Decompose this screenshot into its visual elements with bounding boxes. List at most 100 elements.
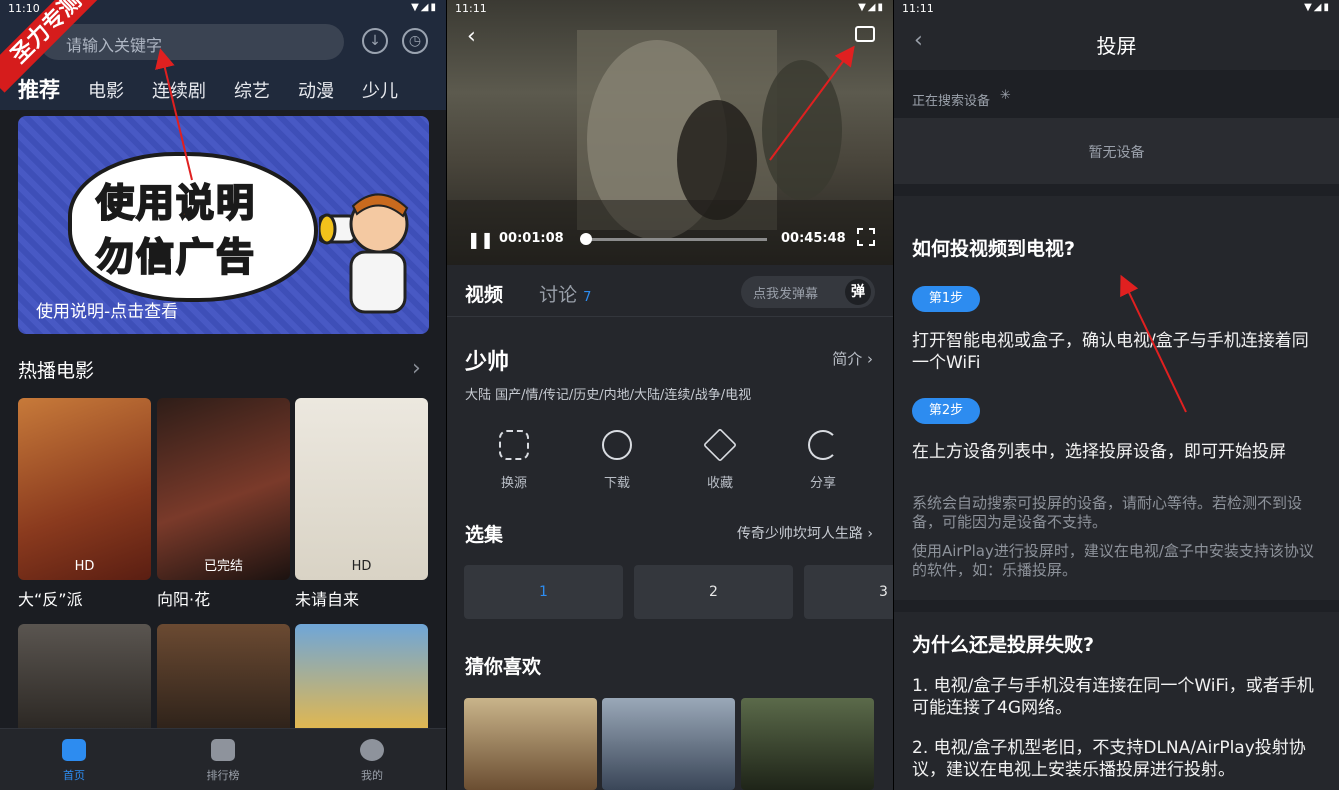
reason-1: 1. 电视/盒子与手机没有连接在同一个WiFi，或者手机可能连接了4G网络。 [912,676,1314,718]
bottom-nav: 首页 排行榜 我的 [0,728,446,790]
tab-anime[interactable]: 动漫 [298,77,334,103]
banner-caption: 使用说明-点击查看 [36,302,179,322]
share-icon [808,430,838,460]
progress-bar[interactable] [579,233,767,245]
cast-icon[interactable] [855,26,875,42]
step2-badge: 第2步 [912,398,980,424]
poster-movie-3[interactable]: HD [295,398,428,580]
elapsed-time: 00:01:08 [499,231,564,246]
question-how-to-cast: 如何投视频到电视? [912,238,1076,260]
question-why-fail: 为什么还是投屏失败? [912,634,1095,656]
action-switch-source[interactable]: 换源 [469,430,559,491]
status-bar: 11:11 ▼◢▮ [447,0,893,18]
detail-tabs: 视频 讨论 7 [465,280,591,307]
no-device-text: 暂无设备 [1088,145,1145,161]
spinner-icon: ✳ [1000,88,1011,103]
nav-mine[interactable]: 我的 [322,737,422,783]
poster-movie-1[interactable]: HD [18,398,151,580]
mascot-illustration [319,193,409,314]
episodes-subtitle-text: 传奇少帅坎坷人生路 [736,526,863,542]
home-screen: 11:10 ▼◢▮ 圣力专测 请输入关键字 ↓ ◷ 推荐 电影 连续剧 综艺 动漫 少儿 使… [0,0,446,790]
poster-movie-5[interactable] [157,624,290,734]
status-time: 11:11 [902,2,934,15]
bar-chart-icon [211,739,235,761]
intro-link[interactable]: 简介 › [832,348,873,369]
chevron-right-icon[interactable]: › [412,356,421,381]
status-icons: ▼◢▮ [1304,2,1331,13]
poster-movie-6[interactable] [295,624,428,734]
note-auto-search: 系统会自动搜索可投屏的设备，请耐心等待。若检测不到设备，可能因为是设备不支持。 [912,494,1303,531]
action-label: 下载 [603,476,630,491]
poster-badge: HD [74,559,95,574]
banner-line1: 使用说明 [95,180,257,226]
video-detail-screen: 11:11 ▼◢▮ ‹ ❚❚ 00:01:08 00:45:48 视频 讨论 7 … [447,0,893,790]
nav-home[interactable]: 首页 [24,737,124,783]
nav-home-label: 首页 [63,769,85,782]
nav-ranking[interactable]: 排行榜 [173,737,273,783]
intro-label: 简介 [832,350,863,368]
episode-button[interactable]: 3 [804,565,893,619]
step1-text: 打开智能电视或盒子，确认电视/盒子与手机连接着同一个WiFi [912,331,1309,373]
download-icon[interactable]: ↓ [362,28,388,54]
nav-mine-label: 我的 [361,769,383,782]
danmu-placeholder: 点我发弹幕 [753,287,819,302]
recommend-poster[interactable] [602,698,735,790]
status-icons: ▼◢▮ [858,2,885,13]
discuss-count: 7 [583,290,592,305]
movie-title[interactable]: 向阳·花 [157,586,210,610]
section-hot-movies: 热播电影 [18,360,95,382]
recommend-poster[interactable] [741,698,874,790]
tab-discuss[interactable]: 讨论 [539,284,577,306]
poster-movie-2[interactable]: 已完结 [157,398,290,580]
poster-movie-4[interactable] [18,624,151,734]
tab-movie[interactable]: 电影 [88,77,124,103]
search-input[interactable]: 请输入关键字 [40,24,344,60]
cast-screen: 11:11 ▼◢▮ ‹ 投屏 正在搜索设备 ✳ 暂无设备 如何投视频到电视? 第1… [894,0,1339,790]
banner[interactable]: 使用说明 勿信广告 使用说明-点击查看 [18,116,429,334]
action-share[interactable]: 分享 [778,430,868,491]
action-favorite[interactable]: 收藏 [675,428,765,491]
switch-source-icon [499,430,529,460]
step1-badge: 第1步 [912,286,980,312]
danmu-toggle-button[interactable]: 弹 [845,279,871,305]
fullscreen-icon[interactable] [857,228,875,246]
show-title: 少帅 [465,350,510,375]
back-icon[interactable]: ‹ [467,24,476,49]
action-label: 换源 [500,476,527,491]
tab-kids[interactable]: 少儿 [362,77,398,103]
tab-series[interactable]: 连续剧 [152,77,206,103]
status-icons: ▼◢▮ [411,2,438,13]
guess-title: 猜你喜欢 [465,656,542,678]
tab-video[interactable]: 视频 [465,284,503,306]
duration-time: 00:45:48 [781,231,846,246]
recommend-poster[interactable] [464,698,597,790]
searching-bar: 正在搜索设备 ✳ [894,70,1339,118]
searching-text: 正在搜索设备 [912,94,991,109]
home-icon [62,739,86,761]
pause-icon[interactable]: ❚❚ [467,230,494,249]
download-icon [602,430,632,460]
face-icon [360,739,384,761]
episodes-subtitle[interactable]: 传奇少帅坎坷人生路 › [737,523,873,543]
video-player[interactable] [447,0,893,265]
nav-ranking-label: 排行榜 [206,769,240,782]
danmu-input[interactable]: 点我发弹幕 弹 [741,276,875,308]
genre-tags: 大陆 国产/情/传记/历史/内地/大陆/连续/战争/电视 [465,388,752,403]
movie-title[interactable]: 大“反”派 [18,586,83,610]
status-time: 11:10 [8,2,40,15]
action-download[interactable]: 下载 [572,430,662,491]
category-tabs: 推荐 电影 连续剧 综艺 动漫 少儿 [18,74,426,104]
progress-knob[interactable] [579,233,592,245]
episode-button[interactable]: 2 [634,565,793,619]
device-list: 暂无设备 [894,118,1339,184]
tab-variety[interactable]: 综艺 [234,77,270,103]
note-airplay: 使用AirPlay进行投屏时，建议在电视/盒子中安装支持该协议的软件，如：乐播投… [912,542,1314,579]
movie-title[interactable]: 未请自来 [295,586,359,610]
tab-recommend[interactable]: 推荐 [18,74,60,104]
history-icon[interactable]: ◷ [402,28,428,54]
episode-button[interactable]: 1 [464,565,623,619]
poster-badge: HD [351,559,372,574]
star-icon [703,428,737,462]
divider [447,316,893,317]
status-bar: 11:11 ▼◢▮ [894,0,1339,18]
